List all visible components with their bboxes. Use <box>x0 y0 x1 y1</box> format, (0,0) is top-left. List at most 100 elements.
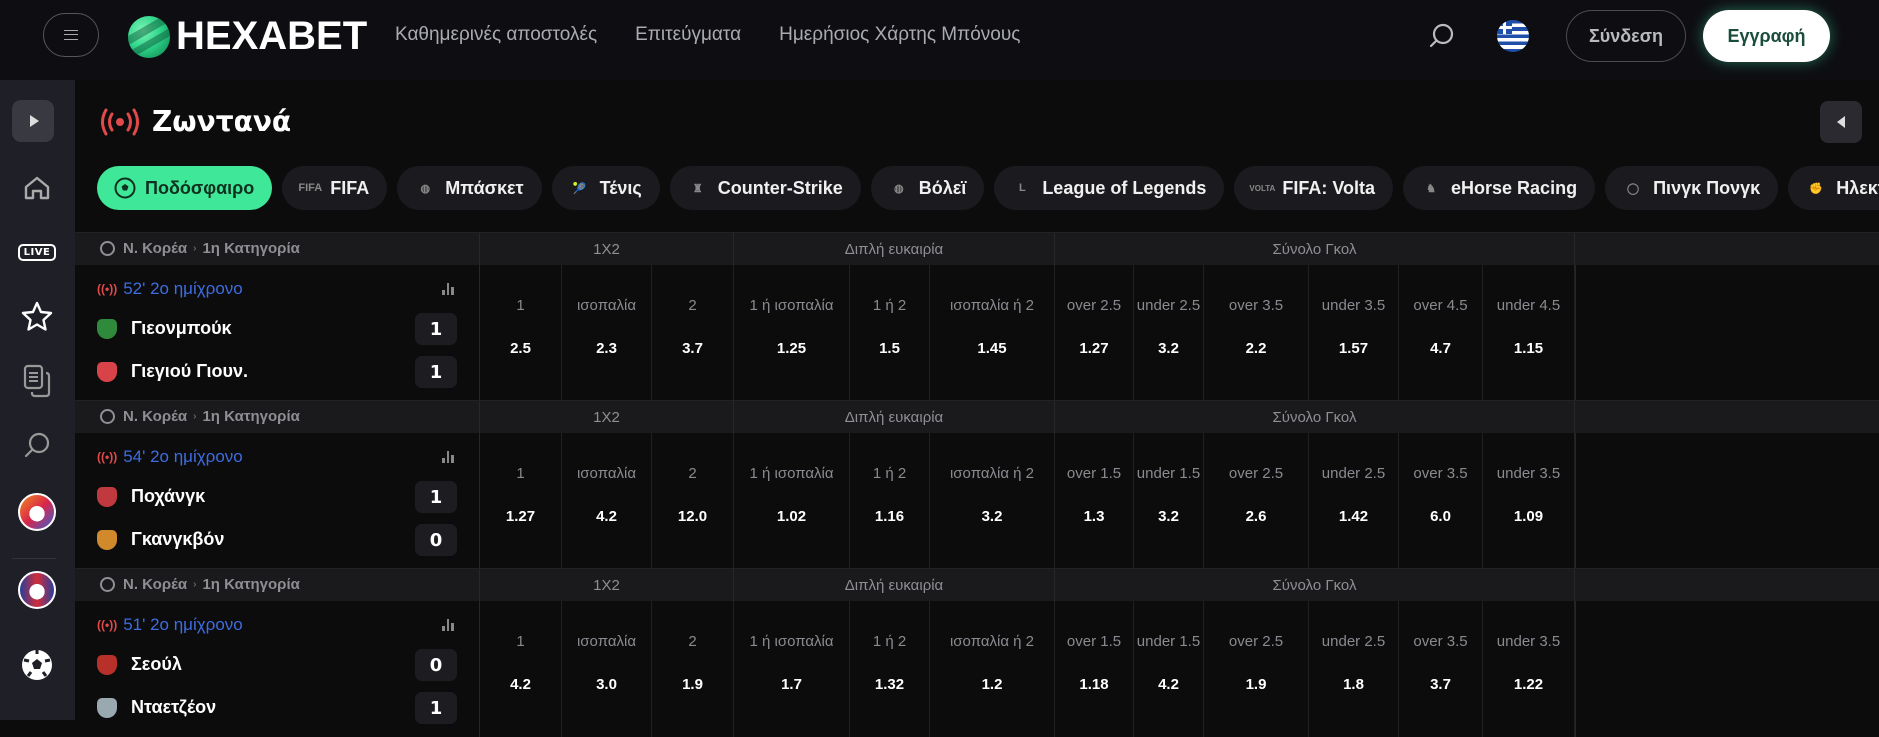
away-team-name: Γιεγιού Γιουν. <box>131 361 248 381</box>
odds-button[interactable]: 1 1.27 <box>480 433 562 569</box>
sidebar-item-favorites[interactable] <box>12 294 62 338</box>
odds-button[interactable]: over 1.5 1.18 <box>1055 601 1134 737</box>
league-breadcrumb: Ν. Κορέα › 1η Κατηγορία <box>100 576 300 593</box>
odds-label: ισοπαλία ή 2 <box>949 633 1035 650</box>
odds-button[interactable]: 2 3.7 <box>652 265 734 401</box>
odds-button[interactable]: 1 ή 2 1.5 <box>850 265 930 401</box>
sidebar-item-football[interactable] <box>12 643 62 687</box>
away-team-name: Νταετζέον <box>131 697 217 717</box>
odds-button[interactable]: over 3.5 3.7 <box>1399 601 1483 737</box>
basketball-icon: ◍ <box>420 182 431 195</box>
away-score: 0 <box>415 524 457 556</box>
ping-pong-icon: ◯ <box>1626 182 1640 195</box>
odds-button[interactable]: under 1.5 3.2 <box>1134 433 1204 569</box>
sidebar-item-euro-cup-2[interactable] <box>12 568 62 612</box>
soccer-ball-icon <box>100 409 115 424</box>
sidebar-item-live[interactable]: LIVE <box>12 230 62 274</box>
odds-value: 1.9 <box>682 676 703 693</box>
event-info[interactable]: Ν. Κορέα › 1η Κατηγορία ((•)) 54' 2ο ημίχρον… <box>75 401 480 569</box>
odds-label: over 3.5 <box>1413 633 1468 650</box>
odds-button[interactable]: under 3.5 1.57 <box>1309 265 1399 401</box>
odds-button[interactable]: ισοπαλία 4.2 <box>562 433 652 569</box>
odds-button[interactable]: 1 ή 2 1.16 <box>850 433 930 569</box>
sport-chip-label: eHorse Racing <box>1451 177 1578 198</box>
sport-chip-lol[interactable]: L League of Legends <box>994 166 1225 210</box>
odds-button[interactable]: ισοπαλία ή 2 1.2 <box>930 601 1055 737</box>
sport-chip-fifa-volta[interactable]: VOLTA FIFA: Volta <box>1234 166 1394 210</box>
counter-strike-icon: ♜ <box>692 182 703 195</box>
odds-button[interactable]: under 2.5 1.8 <box>1309 601 1399 737</box>
odds-button[interactable]: ισοπαλία ή 2 1.45 <box>930 265 1055 401</box>
odds-button[interactable]: over 3.5 2.2 <box>1204 265 1309 401</box>
top-nav: Καθημερινές αποστολές Επιτεύγματα Ημερήσ… <box>395 24 1020 46</box>
away-team: Γκανγκβόν <box>97 529 224 550</box>
odds-button[interactable]: under 1.5 4.2 <box>1134 601 1204 737</box>
odds-button[interactable]: 2 12.0 <box>652 433 734 569</box>
odds-button[interactable]: 1 ή ισοπαλία 1.02 <box>734 433 850 569</box>
odds-button[interactable]: 1 2.5 <box>480 265 562 401</box>
odds-value: 3.7 <box>682 340 703 357</box>
nav-achievements[interactable]: Επιτεύγματα <box>635 24 741 46</box>
odds-value: 1.22 <box>1513 676 1544 693</box>
sport-chip-basketball[interactable]: ◍ Μπάσκετ <box>397 166 542 210</box>
odds-button[interactable]: over 2.5 1.27 <box>1055 265 1134 401</box>
stats-icon[interactable] <box>442 283 454 295</box>
odds-label: 1 ή 2 <box>872 465 907 482</box>
odds-button[interactable]: over 2.5 1.9 <box>1204 601 1309 737</box>
collapse-panel-button[interactable] <box>1820 101 1862 143</box>
sidebar-item-betslip[interactable] <box>12 359 62 403</box>
odds-label: under 4.5 <box>1496 297 1561 314</box>
login-button[interactable]: Σύνδεση <box>1566 10 1686 62</box>
odds-button[interactable]: 1 ή ισοπαλία 1.7 <box>734 601 850 737</box>
nav-daily-missions[interactable]: Καθημερινές αποστολές <box>395 24 597 46</box>
odds-button[interactable]: 2 1.9 <box>652 601 734 737</box>
stats-icon[interactable] <box>442 451 454 463</box>
sidebar-item-home[interactable] <box>12 166 62 210</box>
home-score: 1 <box>415 313 457 345</box>
nav-daily-bonus-map[interactable]: Ημερήσιος Χάρτης Μπόνους <box>779 24 1020 46</box>
odds-button[interactable]: under 2.5 1.42 <box>1309 433 1399 569</box>
register-button[interactable]: Εγγραφή <box>1703 10 1830 62</box>
sidebar-item-search[interactable] <box>12 424 62 468</box>
odds-button[interactable]: ισοπαλία 3.0 <box>562 601 652 737</box>
league-category: 1η Κατηγορία <box>202 576 300 593</box>
odds-button[interactable]: ισοπαλία 2.3 <box>562 265 652 401</box>
odds-value: 2.3 <box>596 340 617 357</box>
odds-button[interactable]: under 3.5 1.22 <box>1483 601 1575 737</box>
logo[interactable]: HEXABET <box>128 14 367 59</box>
odds-button[interactable]: over 3.5 6.0 <box>1399 433 1483 569</box>
search-icon[interactable] <box>1428 22 1456 50</box>
odds-button[interactable]: 1 4.2 <box>480 601 562 737</box>
odds-label: under 2.5 <box>1136 297 1201 314</box>
odds-button[interactable]: ισοπαλία ή 2 3.2 <box>930 433 1055 569</box>
match-status: ((•)) 54' 2ο ημίχρονο <box>97 447 243 467</box>
sidebar-expand-button[interactable] <box>12 100 54 142</box>
odds-button[interactable]: over 1.5 1.3 <box>1055 433 1134 569</box>
event-info[interactable]: Ν. Κορέα › 1η Κατηγορία ((•)) 52' 2ο ημίχρον… <box>75 233 480 401</box>
sport-chip-soccer-ball[interactable]: Ποδόσφαιρο <box>97 166 273 210</box>
odds-button[interactable]: over 2.5 2.6 <box>1204 433 1309 569</box>
greece-flag-icon[interactable] <box>1497 20 1529 52</box>
sport-chip-fist[interactable]: ✊ Ηλεκτρ <box>1788 166 1879 210</box>
sport-chip-horse[interactable]: ♞ eHorse Racing <box>1403 166 1596 210</box>
sidebar-item-euro-cup-1[interactable] <box>12 490 62 534</box>
odds-button[interactable]: under 2.5 3.2 <box>1134 265 1204 401</box>
sport-chip-ping-pong[interactable]: ◯ Πινγκ Πονγκ <box>1605 166 1779 210</box>
sport-chip-counter-strike[interactable]: ♜ Counter-Strike <box>669 166 861 210</box>
odds-button[interactable]: under 3.5 1.09 <box>1483 433 1575 569</box>
event-info[interactable]: Ν. Κορέα › 1η Κατηγορία ((•)) 51' 2ο ημίχρον… <box>75 569 480 737</box>
sport-chip-tennis[interactable]: 🎾 Τένις <box>551 166 660 210</box>
odds-label: under 3.5 <box>1496 633 1561 650</box>
sport-chip-volleyball[interactable]: ◍ Βόλεϊ <box>870 166 985 210</box>
odds-button[interactable]: under 4.5 1.15 <box>1483 265 1575 401</box>
odds-button[interactable]: 1 ή 2 1.32 <box>850 601 930 737</box>
odds-button[interactable]: over 4.5 4.7 <box>1399 265 1483 401</box>
market-group-header: Διπλή ευκαιρία <box>734 401 1055 433</box>
live-broadcast-icon: ((•)) <box>97 618 118 632</box>
menu-button[interactable] <box>43 13 99 57</box>
stats-icon[interactable] <box>442 619 454 631</box>
home-icon <box>24 176 50 200</box>
sport-chip-fifa[interactable]: FIFA FIFA <box>282 166 388 210</box>
odds-value: 6.0 <box>1430 508 1451 525</box>
odds-button[interactable]: 1 ή ισοπαλία 1.25 <box>734 265 850 401</box>
